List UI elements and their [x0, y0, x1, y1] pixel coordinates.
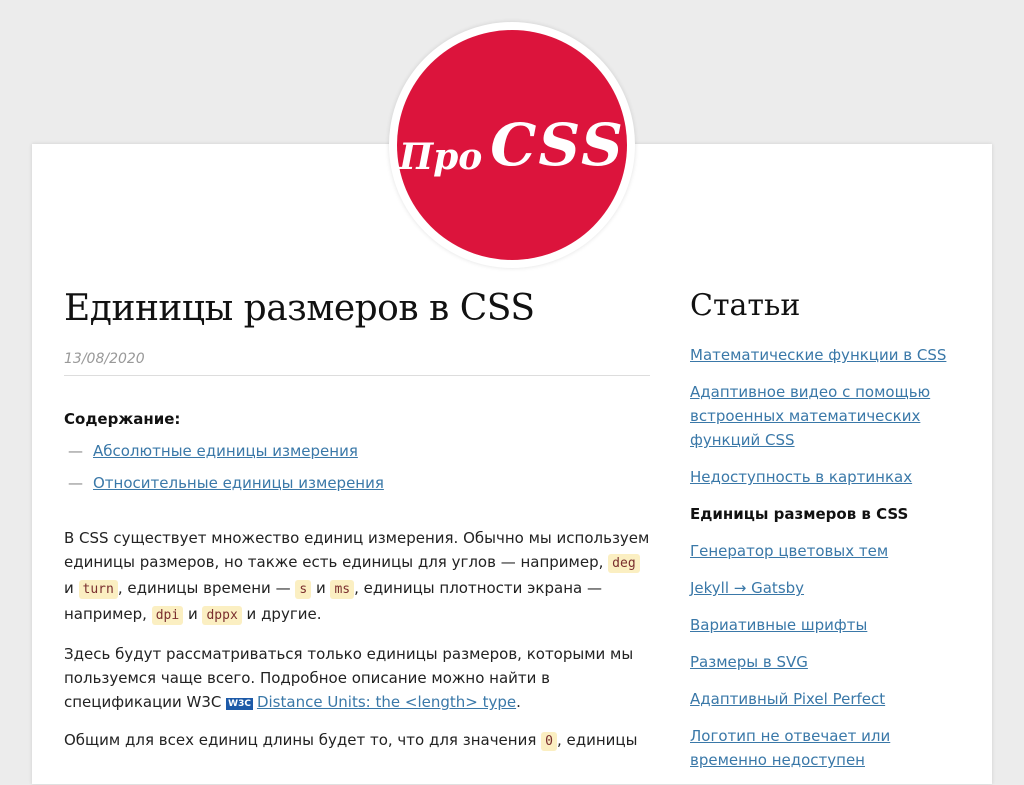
sidebar-articles-list: Математические функции в CSS Адаптивное … — [690, 343, 965, 772]
sidebar-item: Вариативные шрифты — [690, 613, 965, 637]
toc-item: — Относительные единицы измерения — [68, 474, 650, 492]
logo-pro-text: Про — [399, 136, 483, 178]
sidebar-link-variable-fonts[interactable]: Вариативные шрифты — [690, 616, 867, 634]
code-dpi: dpi — [151, 606, 184, 625]
sidebar-item: Недоступность в картинках — [690, 465, 965, 489]
article-title: Единицы размеров в CSS — [64, 288, 535, 329]
text: и другие. — [241, 605, 322, 623]
code-zero: 0 — [541, 732, 557, 751]
logo-css-text: CSS — [490, 111, 625, 179]
sidebar-item: Генератор цветовых тем — [690, 539, 965, 563]
toc-item: — Абсолютные единицы измерения — [68, 442, 650, 460]
toc-dash: — — [68, 442, 83, 460]
sidebar-link-adaptive-video[interactable]: Адаптивное видео с помощью встроенных ма… — [690, 383, 930, 449]
text: , единицы — [556, 731, 638, 749]
code-dppx: dppx — [202, 606, 242, 625]
sidebar-link-math-functions[interactable]: Математические функции в CSS — [690, 346, 946, 364]
toc-link-absolute[interactable]: Абсолютные единицы измерения — [93, 442, 358, 460]
code-deg: deg — [608, 554, 640, 573]
sidebar-link-color-themes[interactable]: Генератор цветовых тем — [690, 542, 888, 560]
w3c-spec-link[interactable]: Distance Units: the <length> type — [257, 693, 516, 711]
toc-link-relative[interactable]: Относительные единицы измерения — [93, 474, 384, 492]
text: . — [516, 693, 521, 711]
sidebar-item: Размеры в SVG — [690, 650, 965, 674]
toc-title: Содержание: — [64, 410, 181, 428]
sidebar-link-svg-sizes[interactable]: Размеры в SVG — [690, 653, 808, 671]
sidebar: Статьи Математические функции в CSS Адап… — [690, 288, 965, 785]
text: Общим для всех единиц длины будет то, чт… — [64, 731, 542, 749]
sidebar-item: Адаптивное видео с помощью встроенных ма… — [690, 380, 965, 452]
sidebar-link-image-accessibility[interactable]: Недоступность в картинках — [690, 468, 912, 486]
sidebar-item: Математические функции в CSS — [690, 343, 965, 367]
article: Единицы размеров в CSS 13/08/2020 Содерж… — [64, 288, 650, 768]
sidebar-link-pixel-perfect[interactable]: Адаптивный Pixel Perfect — [690, 690, 885, 708]
site-logo[interactable]: Про CSS — [397, 30, 627, 260]
code-s: s — [295, 580, 312, 599]
sidebar-link-jekyll-gatsby[interactable]: Jekyll → Gatsby — [690, 579, 804, 597]
text: В CSS существует множество единиц измере… — [64, 529, 650, 571]
sidebar-item: Jekyll → Gatsby — [690, 576, 965, 600]
paragraph-scope: Здесь будут рассматриваться только едини… — [64, 642, 650, 714]
sidebar-title: Статьи — [690, 288, 801, 323]
paragraph-intro: В CSS существует множество единиц измере… — [64, 526, 650, 628]
sidebar-item: Адаптивный Pixel Perfect — [690, 687, 965, 711]
w3c-icon: W3C — [226, 698, 253, 710]
sidebar-link-logo-unavailable[interactable]: Логотип не отвечает или временно недосту… — [690, 727, 890, 769]
sidebar-item: Логотип не отвечает или временно недосту… — [690, 724, 965, 772]
paragraph-common: Общим для всех единиц длины будет то, чт… — [64, 728, 650, 754]
text: и — [311, 579, 331, 597]
text: и — [183, 605, 203, 623]
toc-dash: — — [68, 474, 83, 492]
code-ms: ms — [330, 580, 355, 599]
logo-text: Про CSS — [399, 111, 625, 179]
text: , единицы времени — — [117, 579, 296, 597]
text: и — [64, 579, 79, 597]
article-date: 13/08/2020 — [64, 351, 650, 376]
sidebar-item-current: Единицы размеров в CSS — [690, 505, 909, 523]
code-turn: turn — [78, 580, 118, 599]
toc-list: — Абсолютные единицы измерения — Относител… — [68, 442, 650, 492]
